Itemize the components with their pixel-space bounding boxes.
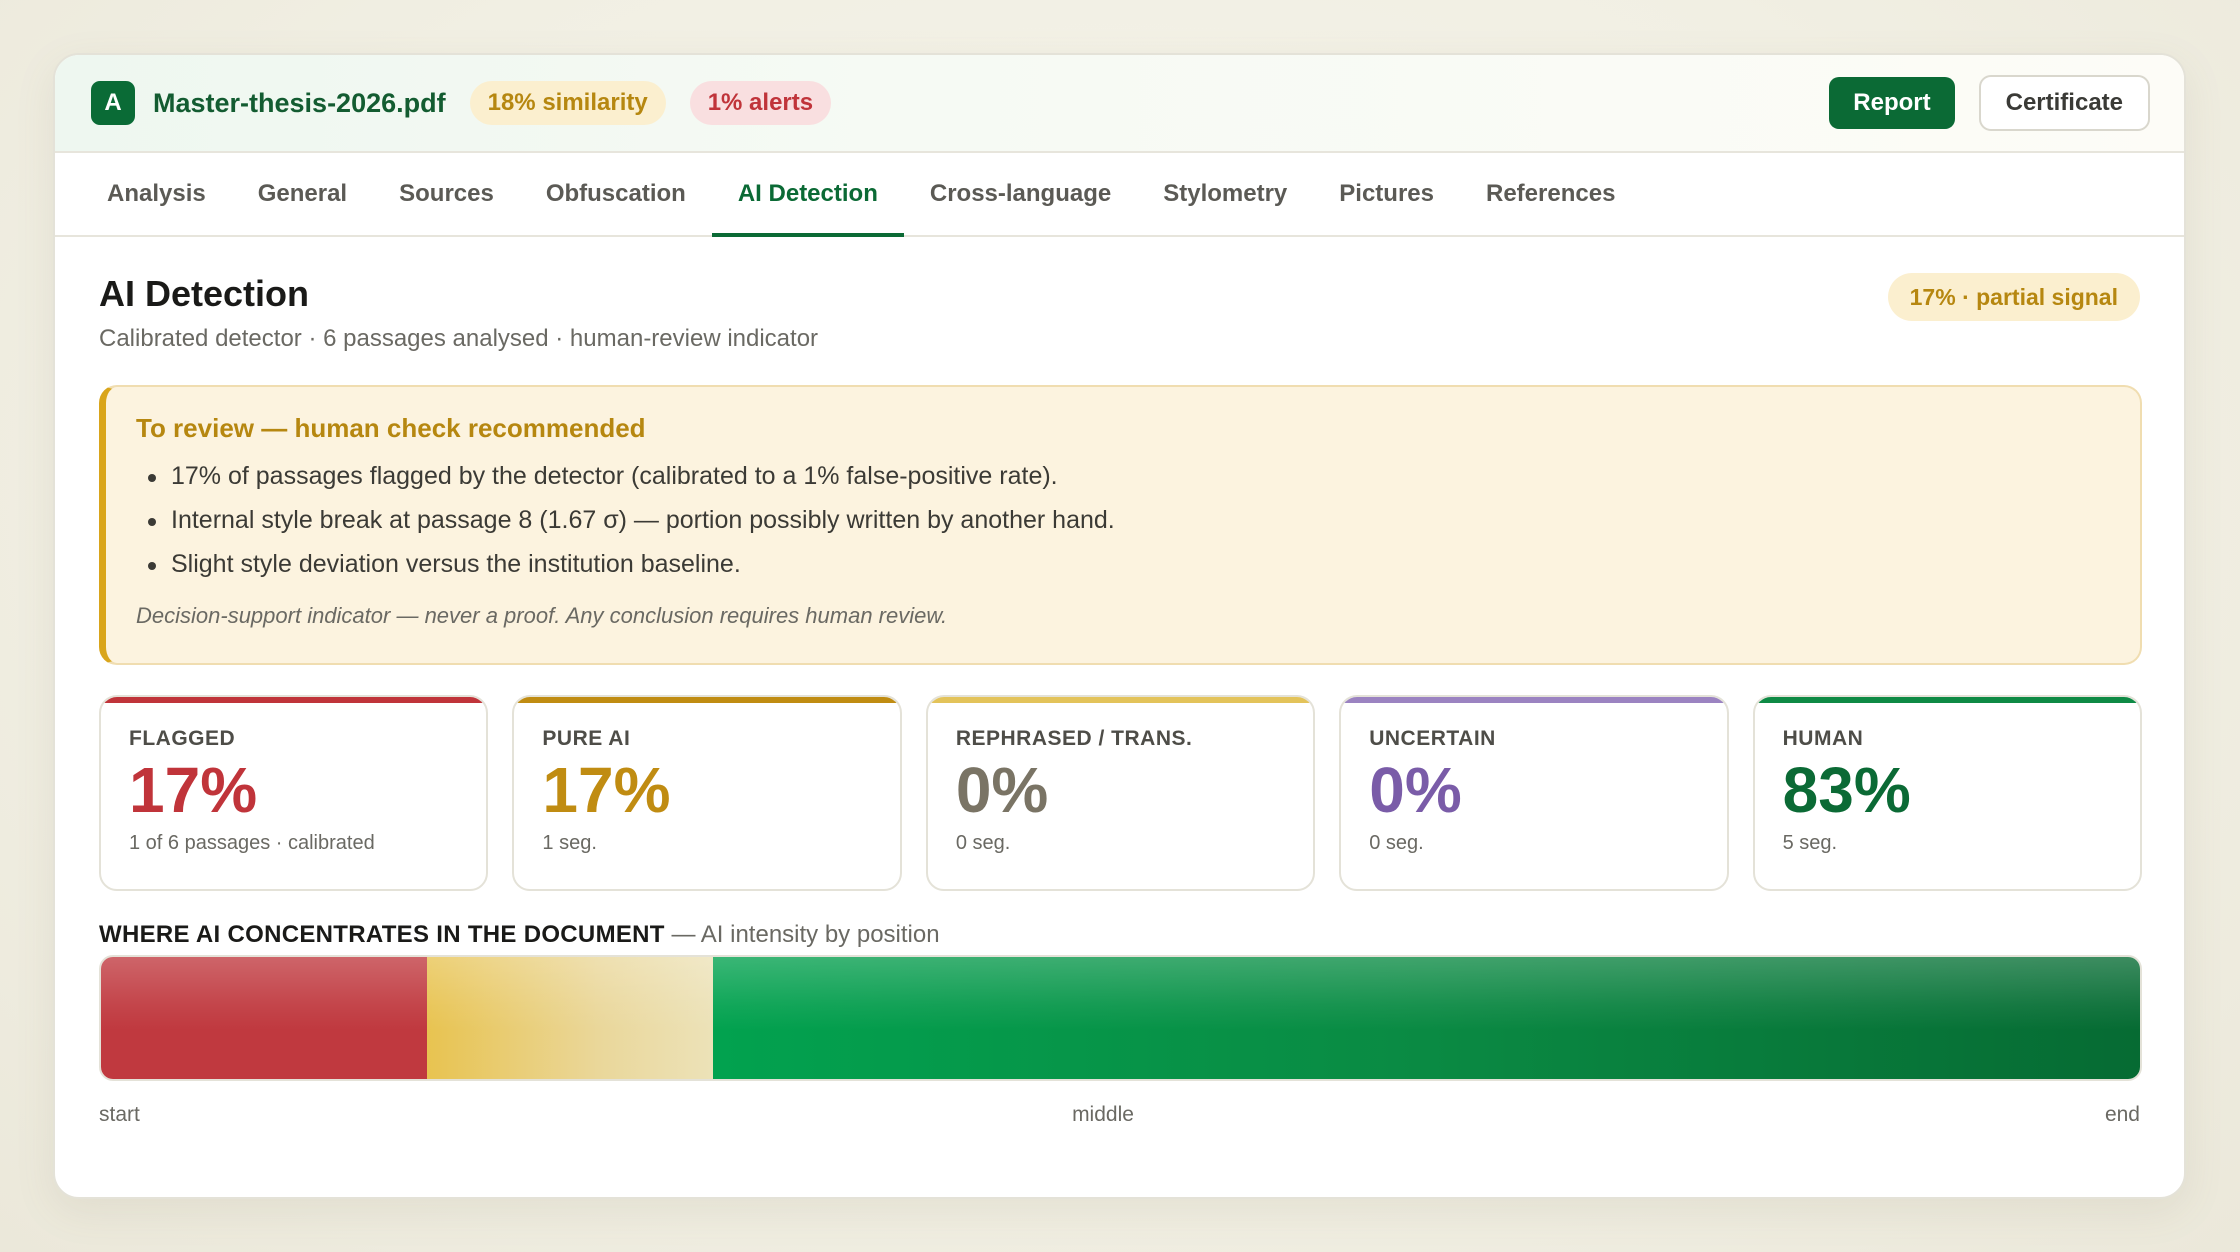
review-list: 17% of passages flagged by the detector …	[136, 462, 2110, 579]
stat-accent-bar	[514, 697, 900, 703]
tab-ai-detection[interactable]: AI Detection	[711, 153, 904, 237]
document-filename: Master-thesis-2026.pdf	[153, 87, 446, 118]
signal-badge: 17% · partial signal	[1887, 273, 2140, 321]
stat-label: UNCERTAIN	[1369, 727, 1496, 750]
review-item: Internal style break at passage 8 (1.67 …	[136, 506, 2110, 535]
stat-accent-bar	[101, 697, 487, 703]
review-disclaimer: Decision-support indicator — never a pro…	[136, 603, 948, 628]
ai-intensity-bar	[99, 955, 2142, 1081]
stat-accent-bar	[1341, 697, 1727, 703]
stat-label: FLAGGED	[129, 727, 236, 750]
stat-card-rephrased: REPHRASED / TRANS. 0% 0 seg.	[925, 695, 1316, 891]
intensity-segment-human	[712, 957, 2140, 1079]
certificate-button[interactable]: Certificate	[1978, 75, 2150, 131]
tab-bar: Analysis General Sources Obfuscation AI …	[55, 153, 2184, 237]
axis-end-label: end	[2104, 1103, 2140, 1126]
stat-value: 83%	[1782, 754, 1911, 826]
stat-card-uncertain: UNCERTAIN 0% 0 seg.	[1339, 695, 1729, 891]
tab-analysis[interactable]: Analysis	[81, 153, 232, 235]
stat-sub: 1 of 6 passages · calibrated	[129, 832, 375, 855]
report-button[interactable]: Report	[1829, 77, 1955, 129]
tab-pictures[interactable]: Pictures	[1313, 153, 1460, 235]
tab-sources[interactable]: Sources	[373, 153, 520, 235]
document-header: A Master-thesis-2026.pdf 18% similarity …	[55, 55, 2184, 153]
tab-references[interactable]: References	[1460, 153, 1641, 235]
alerts-badge: 1% alerts	[689, 81, 832, 125]
stat-value: 17%	[129, 754, 258, 826]
stat-sub: 5 seg.	[1782, 832, 1838, 855]
review-callout: To review — human check recommended 17% …	[99, 385, 2142, 665]
segment-gloss	[101, 957, 428, 1079]
stat-card-human: HUMAN 83% 5 seg.	[1752, 695, 2143, 891]
tab-stylometry[interactable]: Stylometry	[1137, 153, 1313, 235]
segment-gloss	[712, 957, 2140, 1079]
review-title: To review — human check recommended	[136, 413, 646, 443]
axis-start-label: start	[99, 1103, 140, 1126]
tab-obfuscation[interactable]: Obfuscation	[520, 153, 712, 235]
stat-card-flagged: FLAGGED 17% 1 of 6 passages · calibrated	[99, 695, 489, 891]
app-logo: A	[91, 81, 135, 125]
stat-sub: 0 seg.	[1369, 832, 1424, 855]
stat-label: HUMAN	[1782, 727, 1864, 750]
stat-card-pure-ai: PURE AI 17% 1 seg.	[512, 695, 902, 891]
distribution-caption: — AI intensity by position	[671, 921, 940, 948]
intensity-segment-ai	[101, 957, 428, 1079]
review-item: 17% of passages flagged by the detector …	[136, 462, 2110, 491]
stat-sub: 0 seg.	[955, 832, 1011, 855]
stat-accent-bar	[1754, 697, 2141, 703]
page-title: AI Detection	[99, 273, 310, 314]
tab-general[interactable]: General	[232, 153, 373, 235]
axis-middle-text: middle	[1072, 1103, 1134, 1126]
intensity-segment-rephrased	[427, 957, 713, 1079]
review-item: Slight style deviation versus the instit…	[136, 550, 2110, 579]
stat-cards: FLAGGED 17% 1 of 6 passages · calibrated…	[99, 695, 2143, 891]
stat-label: PURE AI	[542, 727, 631, 750]
stat-accent-bar	[927, 697, 1314, 703]
stat-value: 0%	[955, 754, 1049, 826]
report-card: A Master-thesis-2026.pdf 18% similarity …	[53, 53, 2186, 1199]
tab-cross-language[interactable]: Cross-language	[904, 153, 1137, 235]
similarity-badge: 18% similarity	[469, 81, 666, 125]
page-subtitle: Calibrated detector · 6 passages analyse…	[99, 325, 819, 352]
stat-label: REPHRASED / TRANS.	[955, 727, 1193, 750]
segment-gloss	[427, 957, 713, 1079]
distribution-title: WHERE AI CONCENTRATES IN THE DOCUMENT	[99, 921, 665, 948]
stat-value: 17%	[542, 754, 671, 826]
stat-value: 0%	[1369, 754, 1462, 826]
distribution-heading: WHERE AI CONCENTRATES IN THE DOCUMENT — …	[99, 921, 940, 949]
stat-sub: 1 seg.	[542, 832, 597, 855]
